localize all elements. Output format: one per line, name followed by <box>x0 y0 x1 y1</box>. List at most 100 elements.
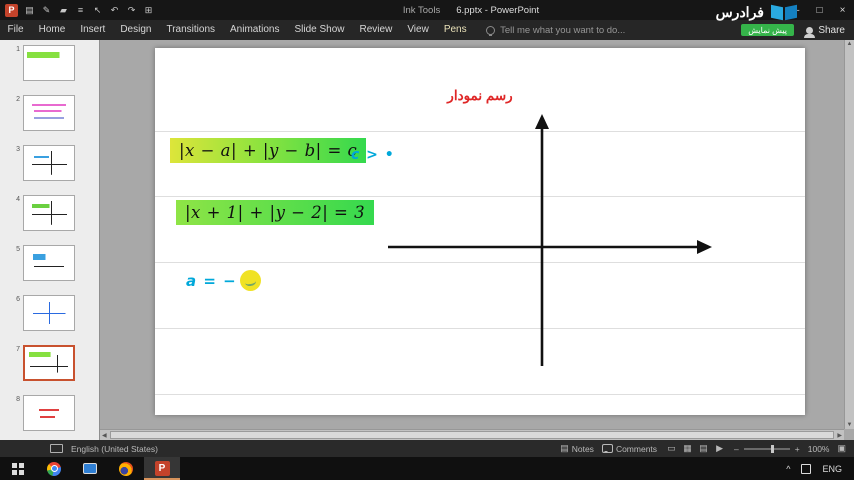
monitor-taskbar-button[interactable] <box>72 457 108 480</box>
comments-button[interactable]: Comments <box>601 443 658 454</box>
tab-animations[interactable]: Animations <box>223 20 287 40</box>
powerpoint-taskbar-button[interactable]: P <box>144 457 180 480</box>
slide-thumbnail-panel: 1 2 3 4 5 6 7 8 <box>0 40 100 440</box>
thumbnail-preview <box>23 145 75 181</box>
slide-thumbnail-5[interactable]: 5 <box>12 245 99 281</box>
maximize-icon[interactable]: □ <box>808 0 831 20</box>
thumbnail-number: 6 <box>16 296 20 303</box>
undo-icon[interactable]: ↶ <box>106 0 123 20</box>
input-language-indicator[interactable]: ENG <box>822 464 842 474</box>
tab-view[interactable]: View <box>400 20 437 40</box>
redo-icon[interactable]: ↷ <box>123 0 140 20</box>
scroll-left-icon: ◀ <box>102 432 107 439</box>
tab-pens[interactable]: Pens <box>436 20 474 40</box>
tell-me-bulb-icon <box>486 25 496 36</box>
slide-thumbnail-6[interactable]: 6 <box>12 295 99 331</box>
taskbar-apps: P <box>0 457 180 480</box>
tab-review[interactable]: Review <box>352 20 400 40</box>
powerpoint-app-icon: P <box>5 3 18 17</box>
tab-file[interactable]: File <box>0 20 31 40</box>
thumbnail-preview <box>23 395 75 431</box>
tab-transitions[interactable]: Transitions <box>159 20 223 40</box>
firefox-taskbar-button[interactable] <box>108 457 144 480</box>
notes-button[interactable]: ▤ Notes <box>560 443 594 454</box>
slide-thumbnail-1[interactable]: 1 <box>12 45 99 81</box>
windows-start-icon <box>12 462 24 475</box>
powerpoint-window: P ▤ ✎ ▰ ≡ ↖ ↶ ↷ ⊞ Ink Tools 6.pptx - PowerPoint… <box>0 0 854 480</box>
coordinate-axes[interactable] <box>155 48 805 415</box>
thumbnail-number: 5 <box>16 246 20 253</box>
scroll-up-icon: ▲ <box>846 41 853 47</box>
horizontal-scrollbar[interactable]: ◀ ▶ <box>100 429 844 440</box>
bullet-list-icon[interactable]: ≡ <box>72 0 89 20</box>
zoom-slider-thumb[interactable] <box>771 444 775 453</box>
slide-thumbnail-4[interactable]: 4 <box>12 195 99 231</box>
faradars-logo-text: فرادرس <box>715 3 764 20</box>
close-icon[interactable]: × <box>831 0 854 20</box>
scrollbar-thumb[interactable] <box>109 431 835 439</box>
thumbnail-number: 7 <box>16 346 20 353</box>
tab-home[interactable]: Home <box>31 20 73 40</box>
comments-icon <box>601 444 613 453</box>
ink-tools-context-label: Ink Tools <box>402 4 441 16</box>
thumbnail-number: 3 <box>16 146 20 153</box>
faradars-watermark: فرادرس پیش نمایش <box>716 3 798 36</box>
editing-canvas: رسم نمودار |x − a| + |y − b| = c c > • |… <box>100 40 854 440</box>
zoom-out-button[interactable]: – <box>734 444 739 454</box>
scroll-right-icon: ▶ <box>837 432 842 439</box>
thumbnail-preview <box>23 45 75 81</box>
share-label: Share <box>818 24 845 36</box>
action-center-icon[interactable] <box>801 463 812 474</box>
vertical-scrollbar[interactable]: ▲ ▼ <box>844 40 854 429</box>
comments-label: Comments <box>615 443 658 454</box>
thumbnail-number: 1 <box>16 46 20 53</box>
ribbon-tab-strip: File Home Insert Design Transitions Animation… <box>0 20 474 40</box>
windows-taskbar: P ^ ENG <box>0 457 854 480</box>
zoom-controls: – + <box>734 444 800 454</box>
thumbnail-number: 4 <box>16 196 20 203</box>
slide-thumbnail-8[interactable]: 8 <box>12 395 99 431</box>
language-status[interactable]: English (United States) <box>71 444 158 454</box>
scroll-down-icon: ▼ <box>846 422 853 428</box>
slide-thumbnail-7[interactable]: 7 <box>12 345 99 381</box>
save-icon[interactable]: ▤ <box>21 0 38 20</box>
highlighter-icon[interactable]: ▰ <box>55 0 72 20</box>
thumbnail-preview <box>23 345 75 381</box>
share-button[interactable]: Share <box>804 20 845 40</box>
tell-me-placeholder: Tell me what you want to do... <box>500 24 626 36</box>
zoom-level[interactable]: 100% <box>808 444 830 454</box>
zoom-slider[interactable] <box>743 444 790 453</box>
slideshow-icon[interactable]: ▶ <box>713 443 726 454</box>
thumbnail-preview <box>23 195 75 231</box>
thumbnail-preview <box>23 245 75 281</box>
reading-view-icon[interactable]: ▤ <box>697 443 710 454</box>
ink-pen-icon[interactable]: ✎ <box>38 0 55 20</box>
fit-slide-to-window-icon[interactable]: ▣ <box>837 443 846 454</box>
tray-caret-icon[interactable]: ^ <box>786 464 790 474</box>
thumbnail-preview <box>23 295 75 331</box>
chrome-icon <box>47 461 61 476</box>
grid-icon[interactable]: ⊞ <box>140 0 157 20</box>
zoom-in-button[interactable]: + <box>795 444 800 454</box>
slide-thumbnail-2[interactable]: 2 <box>12 95 99 131</box>
tab-insert[interactable]: Insert <box>73 20 113 40</box>
thumbnail-list: 1 2 3 4 5 6 7 8 <box>0 45 99 431</box>
monitor-icon <box>83 463 97 474</box>
keyboard-icon <box>50 444 63 453</box>
lasso-select-icon[interactable]: ↖ <box>89 0 106 20</box>
slide-sorter-icon[interactable]: ▦ <box>681 443 694 454</box>
tell-me-box[interactable]: Tell me what you want to do... <box>486 25 625 36</box>
title-group: Ink Tools 6.pptx - PowerPoint <box>157 5 785 16</box>
slide-thumbnail-3[interactable]: 3 <box>12 145 99 181</box>
tab-design[interactable]: Design <box>113 20 159 40</box>
preview-badge: پیش نمایش <box>741 24 794 36</box>
slide-canvas[interactable]: رسم نمودار |x − a| + |y − b| = c c > • |… <box>155 48 805 415</box>
normal-view-icon[interactable]: ▭ <box>665 443 678 454</box>
tab-slide-show[interactable]: Slide Show <box>287 20 352 40</box>
chrome-taskbar-button[interactable] <box>36 457 72 480</box>
windows-start-taskbar-button[interactable] <box>0 457 36 480</box>
window-title: 6.pptx - PowerPoint <box>456 4 540 16</box>
notes-label: Notes <box>571 443 594 454</box>
faradars-book-icon <box>770 3 798 21</box>
quick-access-toolbar: ▤ ✎ ▰ ≡ ↖ ↶ ↷ ⊞ <box>21 0 157 20</box>
